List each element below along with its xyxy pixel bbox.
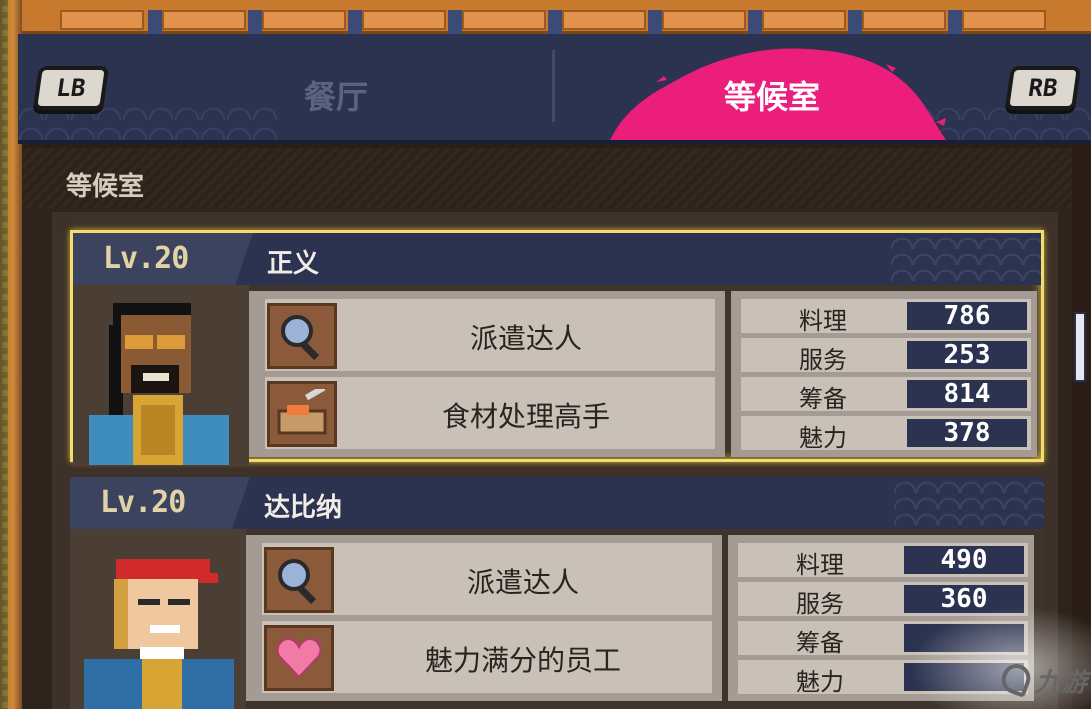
frame-pin [248, 10, 262, 34]
stat-row-cooking: 料理 490 [738, 543, 1028, 579]
section-title: 等候室 [66, 172, 145, 202]
frame-slot [162, 10, 246, 30]
staff-card[interactable]: Lv.20 正义 派遣达人 食材处理高手 料理 786 服务 253 筹备 81… [70, 230, 1044, 465]
frame-pin [148, 10, 162, 34]
tab-restaurant[interactable]: 餐厅 [304, 72, 368, 118]
staff-card-header: Lv.20 正义 [73, 233, 1041, 285]
tab-bar: LB 餐厅 等候室 RB [18, 34, 1091, 144]
heart-icon [264, 625, 334, 691]
stat-label: 服务 [796, 590, 844, 618]
frame-slot [862, 10, 946, 30]
skill-label: 派遣达人 [469, 322, 582, 355]
stat-label: 魅力 [799, 424, 847, 452]
rb-button[interactable]: RB [1004, 66, 1082, 110]
wave-pattern [894, 477, 1044, 529]
staff-level: Lv.20 [103, 241, 189, 276]
skill-row[interactable]: 派遣达人 [265, 299, 715, 371]
watermark-text: 九游 [1034, 668, 1087, 698]
stat-label: 料理 [796, 551, 844, 579]
frame-slot [362, 10, 446, 30]
frame-pin [848, 10, 862, 34]
cutting-board-icon [267, 381, 337, 447]
staff-name: 达比纳 [264, 493, 343, 523]
stats-panel: 料理 786 服务 253 筹备 814 魅力 378 [731, 291, 1037, 457]
stat-value: 786 [907, 302, 1027, 330]
frame-pin [648, 10, 662, 34]
skill-label: 魅力满分的员工 [424, 644, 621, 677]
portrait-image [84, 559, 234, 709]
skill-label: 派遣达人 [466, 566, 579, 599]
stat-label: 筹备 [799, 385, 847, 413]
magnifier-icon [267, 303, 337, 369]
staff-card-header: Lv.20 达比纳 [70, 477, 1044, 529]
stat-value: 814 [907, 380, 1027, 408]
panel-header-stripe [22, 148, 1072, 208]
stat-value: 490 [904, 546, 1024, 574]
frame-pin [948, 10, 962, 34]
portrait-image [89, 303, 229, 465]
frame-slot [662, 10, 746, 30]
frame-pin [348, 10, 362, 34]
stat-row-service: 服务 253 [741, 338, 1031, 374]
frame-slot [60, 10, 144, 30]
stat-row-charm: 魅力 378 [741, 416, 1031, 452]
frame-slot [762, 10, 846, 30]
skill-label: 食材处理高手 [441, 400, 610, 433]
frame-pin [448, 10, 462, 34]
stat-label: 料理 [799, 307, 847, 335]
stat-value: 378 [907, 419, 1027, 447]
frame-pin [548, 10, 562, 34]
stat-value: 253 [907, 341, 1027, 369]
stat-label: 魅力 [796, 668, 844, 696]
frame-slot [262, 10, 346, 30]
skills-panel: 派遣达人 魅力满分的员工 [246, 535, 722, 701]
skill-row[interactable]: 魅力满分的员工 [262, 621, 712, 693]
magnifier-icon [264, 547, 334, 613]
lb-button[interactable]: LB [32, 66, 110, 110]
frame-pin [748, 10, 762, 34]
stat-row-cooking: 料理 786 [741, 299, 1031, 335]
skills-panel: 派遣达人 食材处理高手 [249, 291, 725, 457]
stat-label: 筹备 [796, 629, 844, 657]
staff-level: Lv.20 [100, 485, 186, 520]
top-frame [0, 0, 1091, 34]
skill-row[interactable]: 食材处理高手 [265, 377, 715, 449]
frame-slot [462, 10, 546, 30]
tab-waiting-room[interactable]: 等候室 [724, 72, 820, 118]
frame-slot [962, 10, 1046, 30]
staff-name: 正义 [267, 249, 320, 279]
stat-row-prep: 筹备 814 [741, 377, 1031, 413]
skill-row[interactable]: 派遣达人 [262, 543, 712, 615]
wave-pattern [891, 233, 1041, 285]
watermark-logo-icon [997, 660, 1035, 698]
staff-card[interactable]: Lv.20 达比纳 派遣达人 魅力满分的员工 料理 490 服务 360 筹备 … [70, 477, 1044, 709]
staff-portrait [70, 529, 246, 709]
tab-divider [552, 50, 555, 122]
scrollbar-thumb[interactable] [1074, 312, 1086, 382]
watermark: 九游 [910, 606, 1091, 709]
staff-portrait [73, 285, 249, 465]
stat-label: 服务 [799, 346, 847, 374]
frame-slot [562, 10, 646, 30]
